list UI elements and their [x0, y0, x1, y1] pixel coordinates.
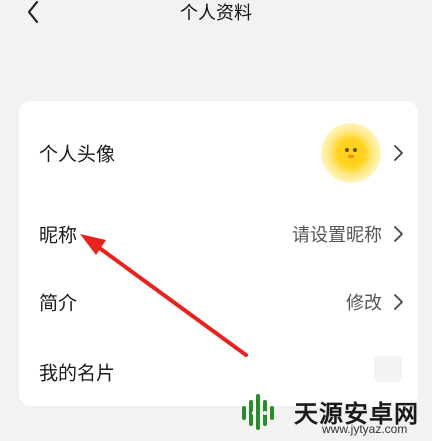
page-title: 个人资料	[180, 3, 252, 24]
bio-row-label: 简介	[39, 292, 78, 315]
nickname-row-label: 昵称	[39, 224, 78, 247]
bio-value: 修改	[346, 293, 382, 314]
avatar-row-label: 个人头像	[39, 143, 116, 166]
avatar	[321, 123, 381, 183]
nickname-value: 请设置昵称	[292, 225, 382, 246]
chevron-right-icon	[394, 294, 403, 310]
avatar-eye	[353, 148, 357, 152]
business-card-row-label: 我的名片	[39, 362, 116, 385]
top-navigation-bar: 个人资料	[0, 0, 432, 26]
avatar-eye	[345, 148, 349, 152]
avatar-row[interactable]: 个人头像	[19, 122, 418, 184]
watermark-logo	[242, 394, 274, 430]
watermark: 天源安卓网 www.jytyaz.com	[234, 386, 432, 441]
avatar-beak	[348, 155, 354, 158]
bio-row[interactable]: 简介 修改	[19, 271, 418, 333]
nickname-row[interactable]: 昵称 请设置昵称	[19, 203, 418, 265]
profile-card: 个人头像 昵称 请设置昵称 简介 修改 我的名片	[19, 101, 418, 406]
chevron-right-icon	[394, 226, 403, 242]
qr-code-icon	[374, 356, 402, 382]
watermark-url: www.jytyaz.com	[322, 422, 408, 436]
chevron-right-icon	[394, 145, 403, 161]
